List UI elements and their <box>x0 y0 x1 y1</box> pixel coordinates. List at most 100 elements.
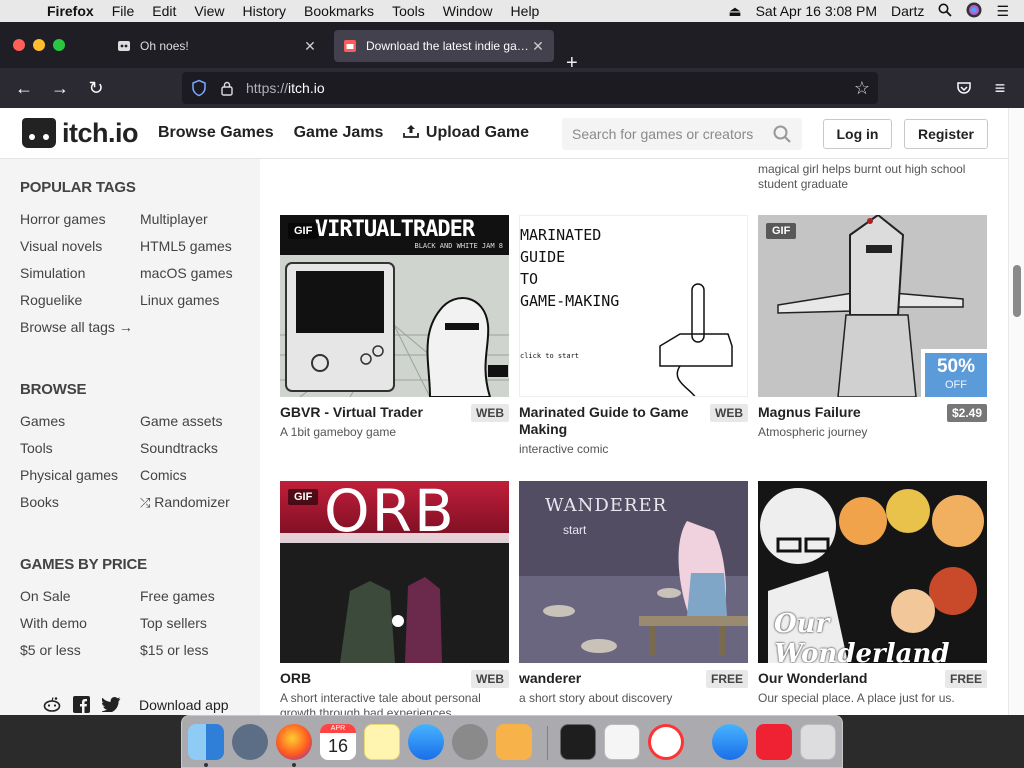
tag-visual-novels[interactable]: Visual novels <box>20 238 102 254</box>
game-title[interactable]: GBVR - Virtual Trader <box>280 404 460 421</box>
upload-game-link[interactable]: Upload Game <box>403 124 529 142</box>
back-arrow-icon[interactable]: ← <box>12 76 36 100</box>
bookmark-star-icon[interactable]: ☆ <box>854 78 870 99</box>
news-icon[interactable] <box>648 724 684 760</box>
textedit-icon[interactable] <box>604 724 640 760</box>
browse-tools-item[interactable]: Tools <box>20 440 53 456</box>
firefox-icon[interactable] <box>276 724 312 760</box>
notes-icon[interactable] <box>364 724 400 760</box>
browse-assets-item[interactable]: Game assets <box>140 413 222 429</box>
address-bar[interactable]: https://itch.io ☆ <box>182 72 878 104</box>
menu-view[interactable]: View <box>185 3 233 19</box>
lock-icon[interactable] <box>220 80 234 96</box>
launchpad-icon[interactable] <box>232 724 268 760</box>
tag-multiplayer[interactable]: Multiplayer <box>140 211 208 227</box>
game-card[interactable]: VIRTUALTRADER BLACK AND WHITE JAM 8 GIF … <box>280 215 509 440</box>
game-thumbnail[interactable]: Our Wonderland <box>758 481 987 663</box>
price-15-or-less[interactable]: $15 or less <box>140 642 208 658</box>
download-app-link[interactable]: Download app <box>139 697 229 713</box>
game-card[interactable]: MARINATED GUIDE TO GAME-MAKING click to … <box>519 215 748 457</box>
login-button[interactable]: Log in <box>823 119 892 149</box>
game-title[interactable]: ORB <box>280 670 460 687</box>
browse-physical-item[interactable]: Physical games <box>20 467 118 483</box>
close-tab-icon[interactable]: ✕ <box>302 38 318 55</box>
facebook-icon[interactable] <box>73 696 90 715</box>
game-card[interactable]: WANDERER start wanderer FREE a short sto… <box>519 481 748 706</box>
tab-oh-noes[interactable]: Oh noes! ✕ <box>108 30 326 62</box>
system-preferences-icon[interactable] <box>452 724 488 760</box>
scrollbar-thumb[interactable] <box>1013 265 1021 317</box>
calendar-icon[interactable]: APR 16 <box>320 724 356 760</box>
zoom-window-button[interactable] <box>53 39 65 51</box>
menu-file[interactable]: File <box>103 3 144 19</box>
search-input[interactable] <box>562 126 762 142</box>
reload-icon[interactable]: ↻ <box>84 76 108 100</box>
game-title[interactable]: Our Wonderland <box>758 670 938 687</box>
price-with-demo[interactable]: With demo <box>20 615 87 631</box>
app-store-download-icon[interactable] <box>712 724 748 760</box>
siri-icon[interactable] <box>959 2 989 21</box>
browse-games-link[interactable]: Browse Games <box>158 124 274 142</box>
register-button[interactable]: Register <box>904 119 988 149</box>
pocket-icon[interactable] <box>952 76 976 100</box>
price-free-games[interactable]: Free games <box>140 588 215 604</box>
tag-roguelike[interactable]: Roguelike <box>20 292 82 308</box>
menu-help[interactable]: Help <box>502 3 549 19</box>
hamburger-menu-icon[interactable]: ≡ <box>988 76 1012 100</box>
menu-history[interactable]: History <box>233 3 295 19</box>
game-thumbnail[interactable]: GIF 50% OFF <box>758 215 987 397</box>
finder-icon[interactable] <box>188 724 224 760</box>
url-text[interactable]: https://itch.io <box>246 80 325 96</box>
close-tab-icon[interactable]: ✕ <box>530 38 546 55</box>
forward-arrow-icon[interactable]: → <box>48 76 72 100</box>
browse-games-item[interactable]: Games <box>20 413 65 429</box>
menu-bookmarks[interactable]: Bookmarks <box>295 3 383 19</box>
magnet-app-icon[interactable] <box>756 724 792 760</box>
home-icon[interactable] <box>496 724 532 760</box>
price-5-or-less[interactable]: $5 or less <box>20 642 81 658</box>
browse-soundtracks-item[interactable]: Soundtracks <box>140 440 218 456</box>
twitter-icon[interactable] <box>101 697 121 715</box>
game-title[interactable]: wanderer <box>519 670 699 687</box>
app-store-icon[interactable] <box>408 724 444 760</box>
menubar-user[interactable]: Dartz <box>884 3 931 19</box>
close-window-button[interactable] <box>13 39 25 51</box>
tracking-shield-icon[interactable] <box>190 79 208 97</box>
menu-app-name[interactable]: Firefox <box>38 3 103 19</box>
game-search[interactable] <box>562 118 802 150</box>
game-thumbnail[interactable]: ORB GIF <box>280 481 509 663</box>
browse-books-item[interactable]: Books <box>20 494 59 510</box>
eject-icon[interactable]: ⏏ <box>721 3 748 20</box>
price-on-sale[interactable]: On Sale <box>20 588 71 604</box>
game-title[interactable]: Magnus Failure <box>758 404 938 421</box>
minimize-window-button[interactable] <box>33 39 45 51</box>
game-title[interactable]: Marinated Guide to Game Making <box>519 404 699 438</box>
tag-linux[interactable]: Linux games <box>140 292 219 308</box>
browse-all-tags-link[interactable]: Browse all tags → <box>20 319 133 335</box>
control-center-icon[interactable]: ☰ <box>989 3 1016 20</box>
tag-simulation[interactable]: Simulation <box>20 265 85 281</box>
tab-itch-io[interactable]: Download the latest indie games ✕ <box>334 30 554 62</box>
menu-edit[interactable]: Edit <box>143 3 185 19</box>
game-card[interactable]: ORB GIF ORB WEB A short interactive tale… <box>280 481 509 715</box>
game-thumbnail[interactable]: WANDERER start <box>519 481 748 663</box>
page-scrollbar[interactable] <box>1008 108 1024 715</box>
terminal-icon[interactable] <box>560 724 596 760</box>
game-thumbnail[interactable]: MARINATED GUIDE TO GAME-MAKING click to … <box>519 215 748 397</box>
price-top-sellers[interactable]: Top sellers <box>140 615 207 631</box>
search-icon[interactable] <box>772 124 792 144</box>
tag-html5[interactable]: HTML5 games <box>140 238 232 254</box>
game-jams-link[interactable]: Game Jams <box>294 124 384 142</box>
trash-icon[interactable] <box>800 724 836 760</box>
menu-window[interactable]: Window <box>434 3 502 19</box>
game-card[interactable]: Our Wonderland Our Wonderland FREE Our s… <box>758 481 987 706</box>
reddit-icon[interactable] <box>43 696 61 715</box>
game-thumbnail[interactable]: VIRTUALTRADER BLACK AND WHITE JAM 8 GIF <box>280 215 509 397</box>
tag-macos[interactable]: macOS games <box>140 265 233 281</box>
browse-comics-item[interactable]: Comics <box>140 467 187 483</box>
randomizer-link[interactable]: ⤮ Randomizer <box>140 494 230 511</box>
game-card[interactable]: GIF 50% OFF Magnus Failure $2.49 Atmosph… <box>758 215 987 440</box>
menu-tools[interactable]: Tools <box>383 3 434 19</box>
tag-horror[interactable]: Horror games <box>20 211 106 227</box>
menubar-clock[interactable]: Sat Apr 16 3:08 PM <box>749 3 884 19</box>
